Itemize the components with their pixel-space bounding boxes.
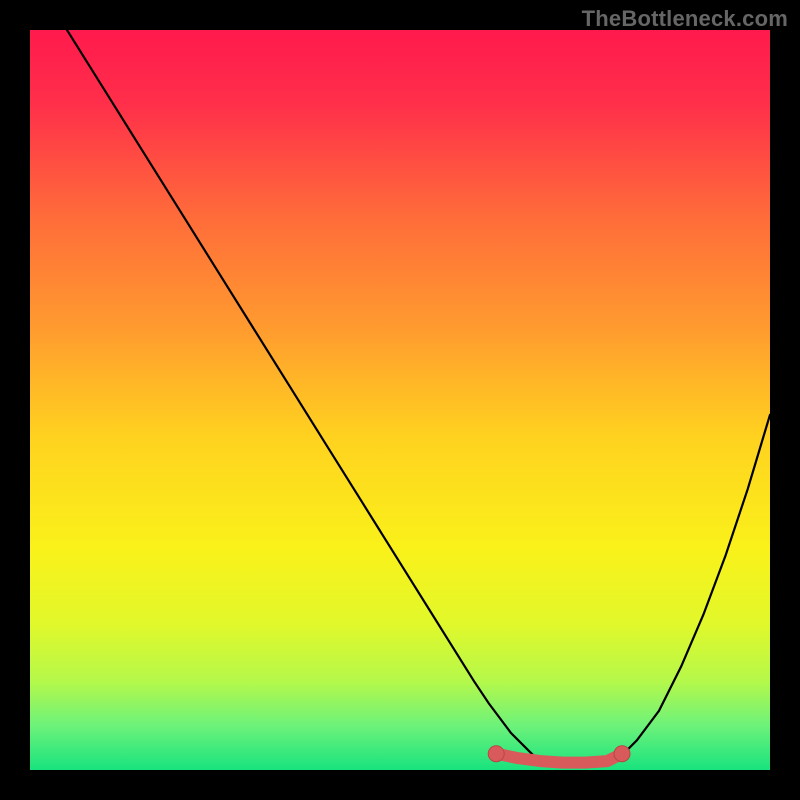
- bottleneck-chart: [30, 30, 770, 770]
- chart-frame: TheBottleneck.com: [0, 0, 800, 800]
- watermark-label: TheBottleneck.com: [582, 6, 788, 32]
- highlight-dot: [614, 746, 630, 762]
- gradient-background: [30, 30, 770, 770]
- plot-area: [30, 30, 770, 770]
- highlight-dot: [488, 746, 504, 762]
